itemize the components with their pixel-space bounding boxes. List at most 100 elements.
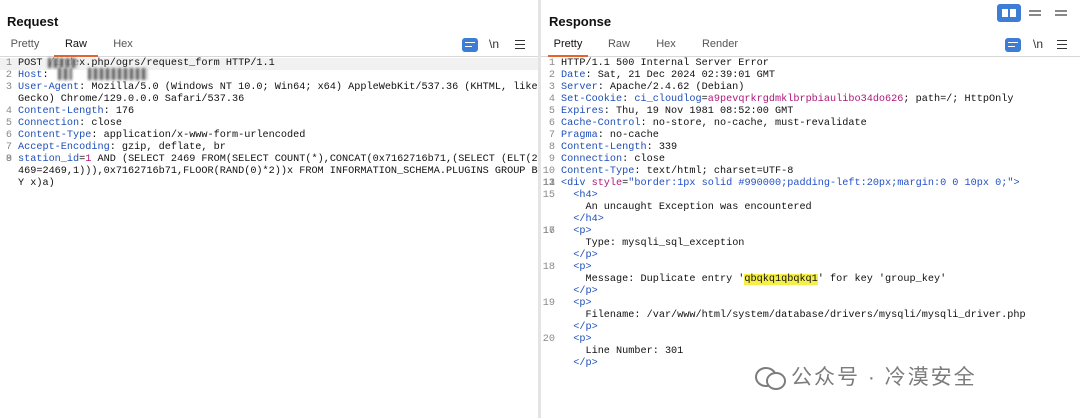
newline-toggle[interactable]: \n <box>1033 36 1043 52</box>
header-name: Content-Length <box>561 142 647 153</box>
header-value: : no-store, no-cache, must-revalidate <box>640 118 867 129</box>
code-line: 5 Connection: close <box>0 118 538 130</box>
html-tag: <div <box>561 178 592 189</box>
line-number: 2 <box>5 70 12 81</box>
html-tag: </p> <box>561 322 598 333</box>
cookie-attributes: ; path=/; HttpOnly <box>903 94 1014 105</box>
line-number: 1 <box>548 58 555 69</box>
line-number: 3 <box>548 82 555 93</box>
header-value: : no-cache <box>597 130 659 141</box>
code-line: 17 <p> <box>541 226 1080 238</box>
code-line: 6 Cache-Control: no-store, no-cache, must… <box>541 118 1080 130</box>
request-tabs: Pretty Raw Hex <box>0 35 538 57</box>
search-highlight: qbqkq1qbqkq1 <box>744 274 818 285</box>
html-tag: <p> <box>561 334 592 345</box>
line-text: Filename: /var/www/html/system/database/… <box>561 310 1026 321</box>
html-attr: style <box>591 178 623 189</box>
header-value: : Mozilla/5.0 (Windows NT 10.0; Win64; x… <box>18 82 538 105</box>
code-line: 5 Expires: Thu, 19 Nov 1981 08:52:00 GMT <box>541 106 1080 118</box>
line-text: Type: mysqli_sql_exception <box>561 238 745 249</box>
word-wrap-icon[interactable] <box>1005 38 1021 52</box>
code-line: 3 User-Agent: Mozilla/5.0 (Windows NT 10.… <box>0 82 538 106</box>
word-wrap-icon[interactable] <box>462 38 478 52</box>
code-line: 19 <p> <box>541 298 1080 310</box>
request-tab-hex[interactable]: Hex <box>106 38 140 57</box>
response-tab-pretty[interactable]: Pretty <box>548 38 588 57</box>
line-number: 15 <box>542 190 555 201</box>
code-line: 20 <p> <box>541 334 1080 346</box>
header-name: Content-Type <box>18 130 92 141</box>
code-line: </p> <box>541 286 1080 298</box>
response-tab-render[interactable]: Render <box>699 38 741 57</box>
response-pane: Response Pretty Raw Hex Render \n 1 HTTP/… <box>541 0 1080 418</box>
html-tag: </p> <box>561 286 598 297</box>
code-line: 18 <p> <box>541 262 1080 274</box>
watermark: 公众号 · 冷漠安全 <box>755 361 977 391</box>
header-value: : 176 <box>103 106 135 117</box>
code-line: 9 Connection: close <box>541 154 1080 166</box>
html-tag: <p> <box>561 262 592 273</box>
request-editor[interactable]: 1 POST /index.php/ogrs/request_form HTTP/… <box>0 58 538 418</box>
line-number: 2 <box>548 70 555 81</box>
line-number: 1 <box>5 58 12 69</box>
response-tab-hex[interactable]: Hex <box>652 38 680 57</box>
layout-tabs-icon[interactable] <box>1049 4 1073 22</box>
html-tag: <h4> <box>561 190 598 201</box>
line-number: 19 <box>542 298 555 309</box>
code-line: 15 <h4> <box>541 190 1080 202</box>
header-name: Host <box>18 70 43 81</box>
line-number: 9 <box>548 154 555 165</box>
newline-toggle[interactable]: \n <box>489 36 499 52</box>
line-number: 10 <box>542 166 555 177</box>
code-line: 1 POST /index.php/ogrs/request_form HTTP/… <box>0 58 538 70</box>
html-tag: <p> <box>561 226 592 237</box>
redaction-blur <box>88 68 148 80</box>
code-line: 6 Content-Type: application/x-www-form-ur… <box>0 130 538 142</box>
code-line: </p> <box>541 322 1080 334</box>
code-line: 13 <div style="border:1px solid #990000;p… <box>541 178 1080 190</box>
code-line: 2 Host: <box>0 70 538 82</box>
redaction-blur <box>58 68 72 80</box>
header-value: : Apache/2.4.62 (Debian) <box>597 82 745 93</box>
header-name: Content-Type <box>561 166 635 177</box>
line-number: 8 <box>548 142 555 153</box>
html-tag: </p> <box>561 250 598 261</box>
code-line: 10 Content-Type: text/html; charset=UTF-8 <box>541 166 1080 178</box>
header-value: : text/html; charset=UTF-8 <box>634 166 794 177</box>
layout-toggle <box>997 4 1075 22</box>
response-tabs: Pretty Raw Hex Render <box>541 35 1080 57</box>
code-line: Filename: /var/www/html/system/database/… <box>541 310 1080 322</box>
code-line: 7 Accept-Encoding: gzip, deflate, br <box>0 142 538 154</box>
header-name: Set-Cookie <box>561 94 623 105</box>
code-line: 4 Set-Cookie: ci_cloudlog=a9pevqrkrgdmklb… <box>541 94 1080 106</box>
response-menu-icon[interactable] <box>1057 40 1067 49</box>
request-tab-pretty[interactable]: Pretty <box>5 38 45 57</box>
header-name: Server <box>561 82 598 93</box>
message-text: ' for key 'group_key' <box>817 274 947 285</box>
code-line: Type: mysqli_sql_exception <box>541 238 1080 250</box>
line-number: 4 <box>548 94 555 105</box>
code-line: An uncaught Exception was encountered <box>541 202 1080 214</box>
layout-side-by-side-icon[interactable] <box>997 4 1021 22</box>
line-text: HTTP/1.1 500 Internal Server Error <box>561 58 769 69</box>
header-value: : 339 <box>646 142 678 153</box>
html-attr-value: "border:1px solid #990000;padding-left:2… <box>628 178 1014 189</box>
line-number: 13 <box>542 178 555 189</box>
line-number: 5 <box>548 106 555 117</box>
request-menu-icon[interactable] <box>515 40 525 49</box>
line-text: An uncaught Exception was encountered <box>561 202 812 213</box>
layout-stacked-icon[interactable] <box>1023 4 1047 22</box>
request-title: Request <box>7 14 59 29</box>
line-number: 4 <box>5 106 12 117</box>
header-value: : <box>42 70 55 81</box>
code-line: 7 Pragma: no-cache <box>541 130 1080 142</box>
response-tab-raw[interactable]: Raw <box>604 38 634 57</box>
code-line: </h4> <box>541 214 1080 226</box>
line-number: 18 <box>542 262 555 273</box>
header-name: Connection <box>561 154 623 165</box>
html-tag: </h4> <box>561 214 604 225</box>
request-tab-raw[interactable]: Raw <box>54 38 98 57</box>
response-title: Response <box>549 14 612 29</box>
header-value: : application/x-www-form-urlencoded <box>91 130 306 141</box>
message-text: Message: Duplicate entry ' <box>561 274 745 285</box>
